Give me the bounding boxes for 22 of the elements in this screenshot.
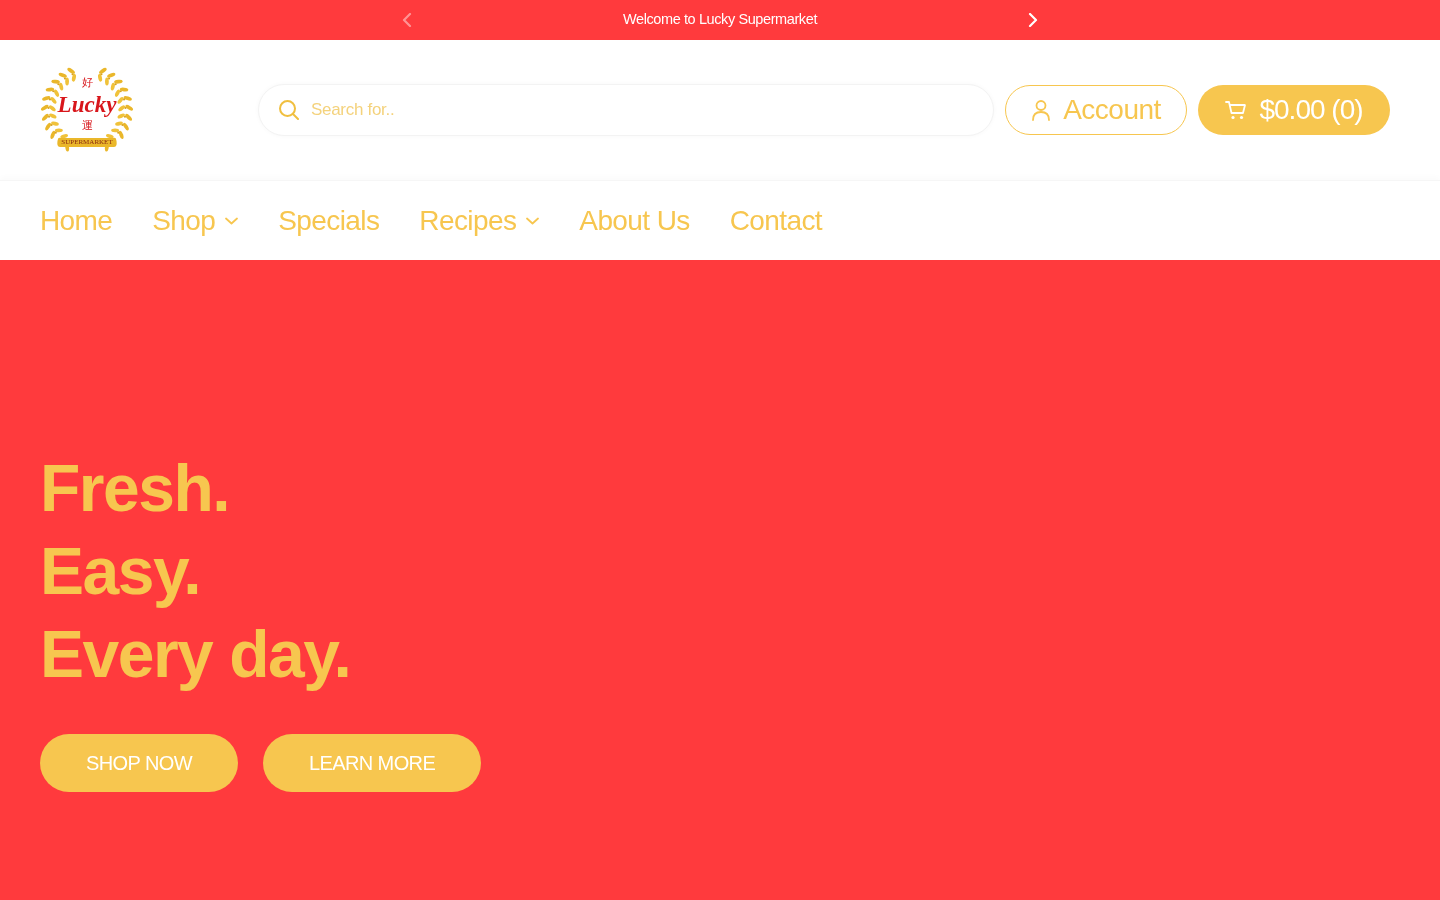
hero-heading-line: Every day.: [40, 616, 351, 693]
announcement-text: Welcome to Lucky Supermarket: [623, 10, 817, 30]
next-arrow-button[interactable]: [1026, 13, 1040, 27]
logo-wordmark: Lucky: [56, 92, 118, 118]
logo-character: 好: [80, 77, 94, 89]
account-button[interactable]: Account: [1005, 85, 1187, 135]
hero-heading-line: Fresh.: [40, 450, 230, 527]
cart-button[interactable]: $0.00 (0): [1198, 85, 1390, 135]
cart-icon: [1225, 100, 1248, 120]
nav-link[interactable]: Recipes: [419, 199, 540, 242]
logo-character: 運: [80, 120, 94, 132]
nav-link[interactable]: Contact: [729, 199, 822, 242]
nav-link[interactable]: Shop: [152, 199, 239, 242]
hero-button[interactable]: SHOP NOW: [40, 734, 238, 792]
search-icon: [278, 99, 299, 120]
nav-link[interactable]: Specials: [278, 199, 380, 242]
nav-link[interactable]: About Us: [579, 199, 690, 242]
hero-button[interactable]: LEARN MORE: [262, 734, 482, 792]
hero-heading-line: Easy.: [40, 533, 201, 610]
search-field[interactable]: Search for..: [258, 84, 994, 136]
person-icon: [1031, 99, 1052, 121]
nav-link[interactable]: Home: [40, 199, 113, 242]
